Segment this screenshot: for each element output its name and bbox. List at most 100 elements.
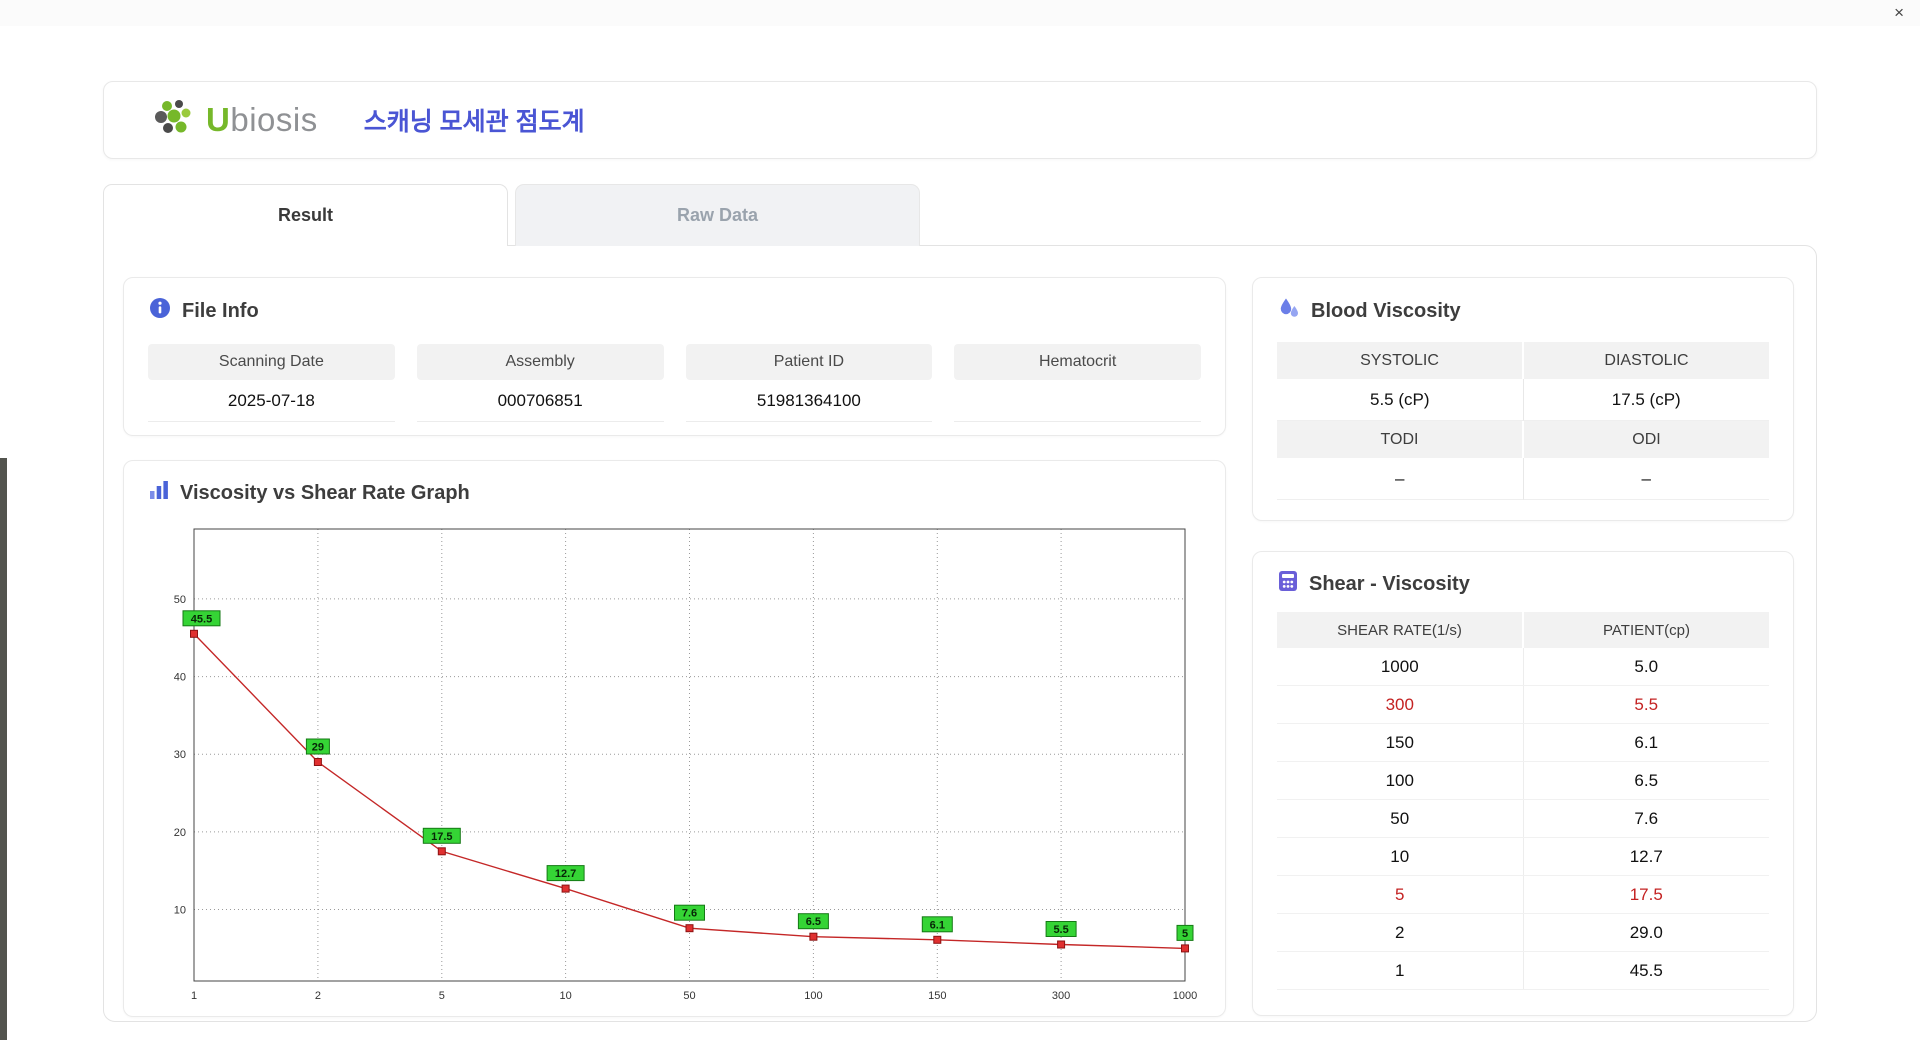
bv-header-row-2: TODI ODI (1277, 421, 1769, 458)
shear-viscosity-row: 300 5.5 (1277, 686, 1769, 724)
file-info-field: Scanning Date 2025-07-18 (148, 344, 395, 422)
svg-text:150: 150 (928, 990, 946, 1002)
shear-rate-value: 5 (1277, 876, 1524, 913)
diastolic-label: DIASTOLIC (1524, 342, 1769, 379)
file-info-field: Patient ID 51981364100 (685, 344, 933, 422)
patient-column-header: PATIENT(cp) (1603, 621, 1690, 639)
close-icon[interactable]: × (1894, 3, 1904, 23)
shear-viscosity-card: Shear - Viscosity SHEAR RATE(1/s) PATIEN… (1252, 551, 1794, 1016)
shear-viscosity-row: 2 29.0 (1277, 914, 1769, 952)
shear-viscosity-row: 100 6.5 (1277, 762, 1769, 800)
svg-text:6.5: 6.5 (806, 916, 821, 928)
shear-rate-column-header: SHEAR RATE(1/s) (1277, 612, 1524, 648)
patient-viscosity-value: 6.5 (1634, 770, 1659, 790)
svg-text:40: 40 (174, 672, 186, 684)
app-header: Ubiosis 스캐닝 모세관 점도계 (103, 81, 1817, 159)
blood-viscosity-card: Blood Viscosity SYSTOLIC DIASTOLIC 5.5 (… (1252, 277, 1794, 521)
patient-viscosity-value: 45.5 (1629, 960, 1663, 980)
svg-text:5: 5 (439, 990, 445, 1002)
file-info-field: Assembly 000706851 (416, 344, 664, 422)
svg-text:50: 50 (174, 594, 186, 606)
tab-raw-data[interactable]: Raw Data (515, 184, 920, 246)
logo-text-rest: biosis (230, 101, 318, 138)
todi-label: TODI (1277, 421, 1524, 458)
shear-viscosity-rows: 1000 5.0 300 5.5 150 6.1 100 6.5 50 7.6 10 12.7 5 17.… (1277, 648, 1769, 990)
patient-viscosity-value: 7.6 (1634, 808, 1659, 828)
shear-viscosity-title-row: Shear - Viscosity (1277, 570, 1769, 598)
app-logo: Ubiosis (152, 97, 318, 144)
file-info-field-label: Assembly (416, 344, 664, 380)
file-info-title-row: File Info (148, 296, 1201, 326)
diastolic-value: 17.5 (cP) (1523, 379, 1769, 421)
viscosity-chart: 10 20 30 40 50 1 2 5 10 50 100 150 300 1000 45.5 29 17.5… (174, 528, 1197, 1002)
droplet-icon (1277, 296, 1301, 326)
bv-value-row-1: 5.5 (cP) 17.5 (cP) (1277, 379, 1769, 421)
svg-text:5: 5 (1182, 928, 1188, 940)
left-column: File Info Scanning Date 2025-07-18 Assembl… (123, 277, 1226, 1017)
info-icon (148, 296, 172, 326)
svg-text:29: 29 (312, 742, 324, 754)
svg-text:17.5: 17.5 (431, 831, 452, 843)
patient-viscosity-value: 29.0 (1629, 922, 1663, 942)
file-info-field-label: Patient ID (685, 344, 933, 380)
shear-viscosity-header-row: SHEAR RATE(1/s) PATIENT(cp) (1277, 612, 1769, 648)
file-info-field-label: Hematocrit (954, 344, 1201, 380)
blood-viscosity-table: SYSTOLIC DIASTOLIC 5.5 (cP) 17.5 (cP) TO… (1277, 342, 1769, 500)
svg-text:30: 30 (174, 749, 186, 761)
svg-text:100: 100 (804, 990, 822, 1002)
shear-rate-value: 10 (1277, 838, 1524, 875)
odi-label: ODI (1524, 421, 1769, 458)
shear-rate-value: 300 (1277, 686, 1524, 723)
bv-header-row-1: SYSTOLIC DIASTOLIC (1277, 342, 1769, 379)
shear-rate-value: 100 (1277, 762, 1524, 799)
svg-text:2: 2 (315, 990, 321, 1002)
shear-viscosity-row: 50 7.6 (1277, 800, 1769, 838)
file-info-field-label: Scanning Date (148, 344, 395, 380)
shear-viscosity-row: 10 12.7 (1277, 838, 1769, 876)
svg-text:1: 1 (191, 990, 197, 1002)
svg-text:10: 10 (559, 990, 571, 1002)
file-info-field: Hematocrit (954, 344, 1201, 422)
patient-viscosity-value: 5.0 (1634, 656, 1659, 676)
ubiosis-logo-icon (152, 97, 198, 144)
blood-viscosity-title: Blood Viscosity (1311, 299, 1461, 322)
svg-text:7.6: 7.6 (682, 908, 697, 920)
patient-viscosity-value: 17.5 (1629, 884, 1663, 904)
svg-text:5.5: 5.5 (1053, 924, 1068, 936)
svg-text:45.5: 45.5 (191, 613, 212, 625)
svg-text:10: 10 (174, 905, 186, 917)
logo-text-accent: U (206, 101, 231, 138)
shear-viscosity-row: 1000 5.0 (1277, 648, 1769, 686)
calculator-icon (1277, 570, 1299, 598)
shear-rate-value: 2 (1277, 914, 1524, 951)
file-info-field-value (954, 380, 1201, 422)
result-panel: File Info Scanning Date 2025-07-18 Assembl… (103, 245, 1817, 1022)
shear-rate-value: 150 (1277, 724, 1524, 761)
graph-title-row: Viscosity vs Shear Rate Graph (148, 479, 1201, 507)
file-info-title: File Info (182, 299, 259, 322)
page-title: 스캐닝 모세관 점도계 (363, 108, 585, 136)
shear-rate-value: 1000 (1277, 648, 1524, 685)
right-column: Blood Viscosity SYSTOLIC DIASTOLIC 5.5 (… (1252, 277, 1794, 1016)
shear-rate-value: 50 (1277, 800, 1524, 837)
shear-rate-value: 1 (1277, 952, 1524, 989)
bar-chart-icon (148, 479, 170, 507)
todi-value: – (1277, 458, 1524, 500)
graph-title: Viscosity vs Shear Rate Graph (180, 481, 470, 504)
file-info-fields: Scanning Date 2025-07-18 Assembly 000706851… (148, 344, 1201, 422)
svg-text:6.1: 6.1 (930, 919, 945, 931)
svg-text:50: 50 (683, 990, 695, 1002)
window-titlebar: × (0, 0, 1920, 26)
blood-viscosity-title-row: Blood Viscosity (1277, 296, 1769, 326)
svg-text:20: 20 (174, 827, 186, 839)
svg-text:12.7: 12.7 (555, 868, 576, 880)
systolic-value: 5.5 (cP) (1277, 379, 1524, 421)
tab-result[interactable]: Result (103, 184, 508, 246)
tab-bar: Result Raw Data (103, 184, 920, 246)
shear-viscosity-title: Shear - Viscosity (1309, 572, 1470, 595)
odi-value: – (1523, 458, 1769, 500)
logo-text: Ubiosis (206, 101, 318, 139)
shear-viscosity-row: 1 45.5 (1277, 952, 1769, 990)
shear-viscosity-table: SHEAR RATE(1/s) PATIENT(cp) 1000 5.0 300 5.… (1277, 612, 1769, 990)
shear-viscosity-row: 5 17.5 (1277, 876, 1769, 914)
